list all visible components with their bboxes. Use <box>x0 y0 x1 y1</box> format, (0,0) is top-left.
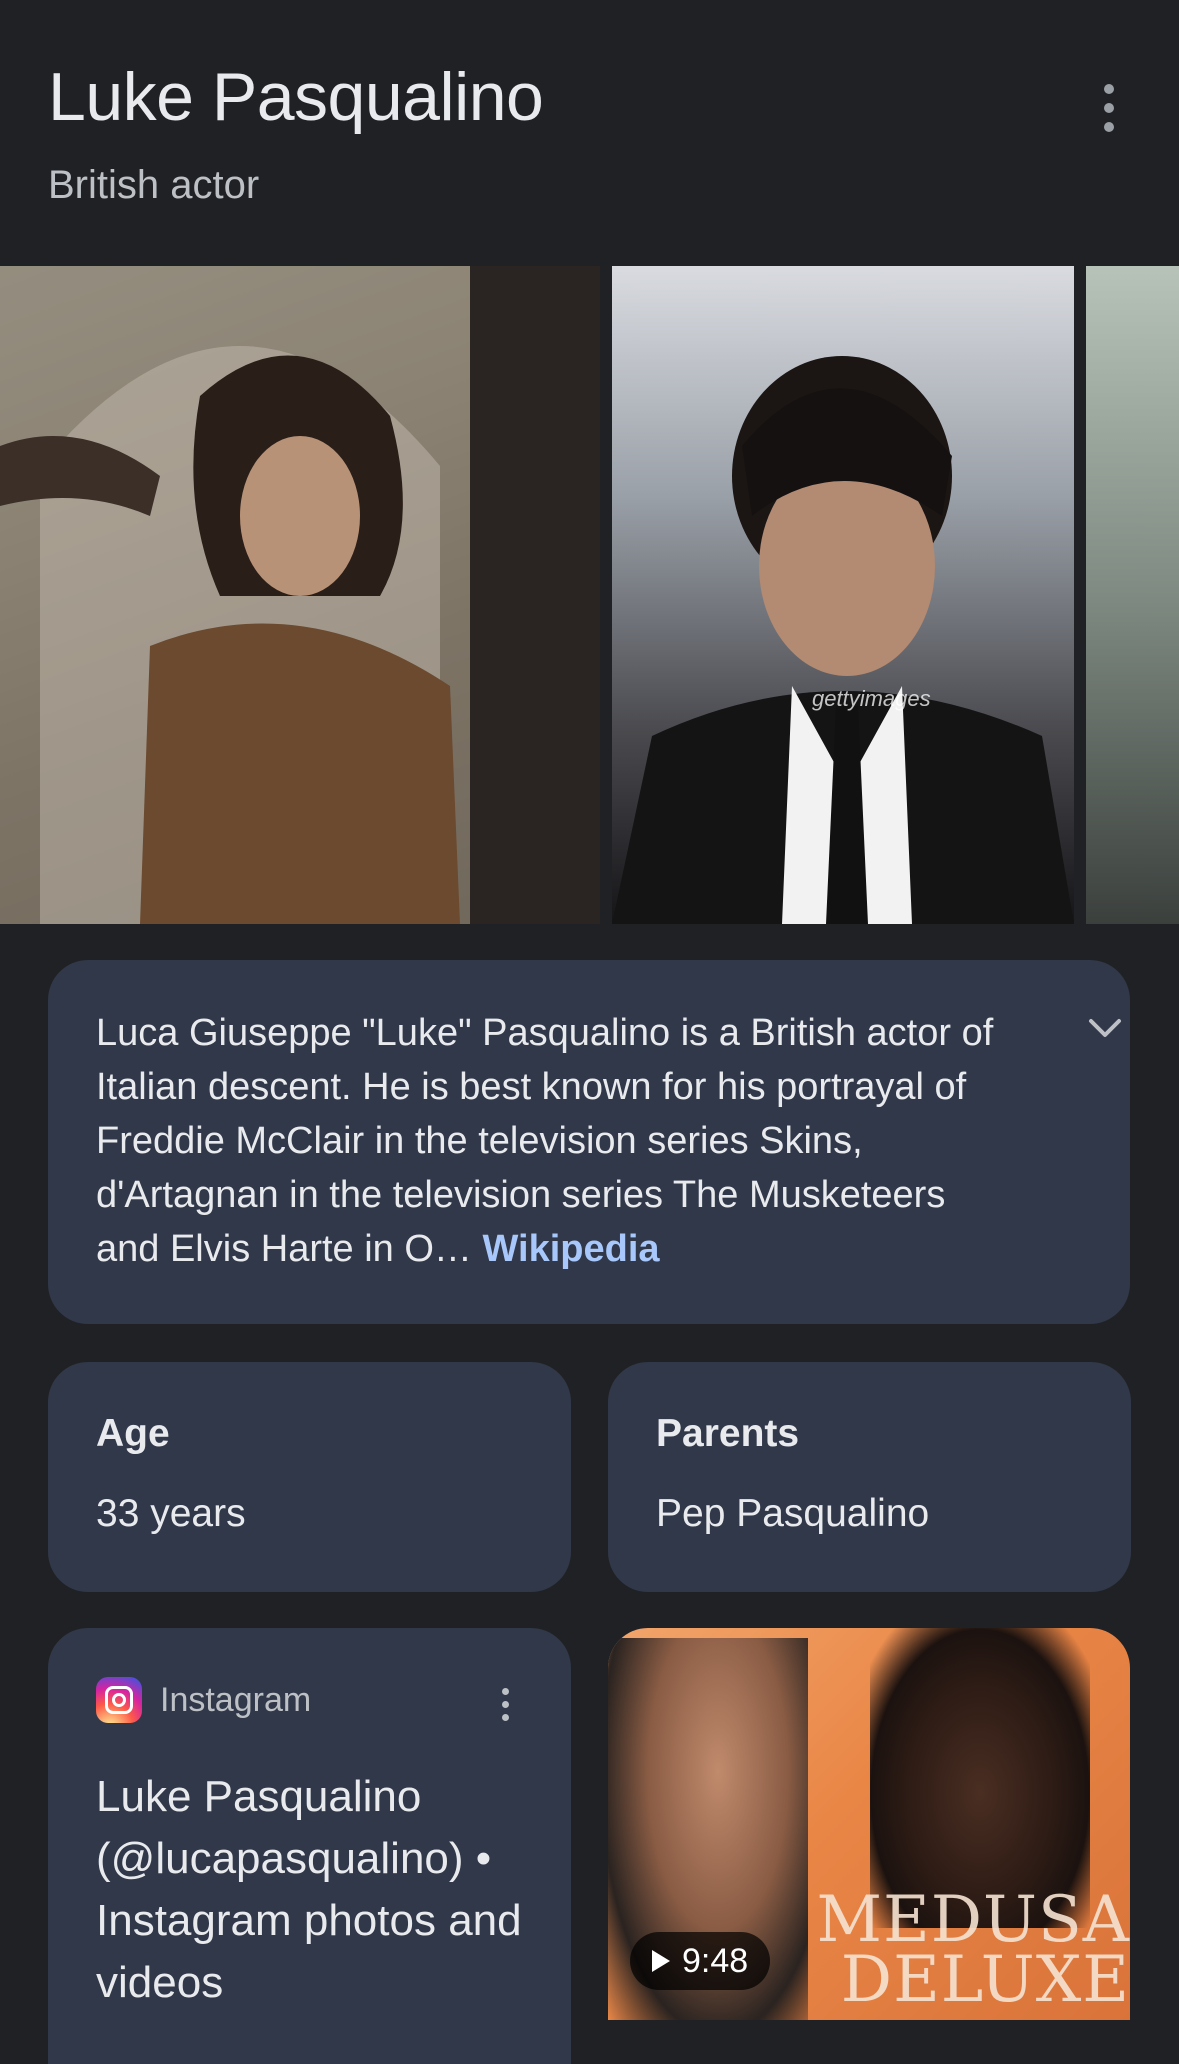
fact-value-age: 33 years <box>96 1492 246 1535</box>
more-vert-icon <box>1104 84 1114 94</box>
instagram-result-card[interactable]: Instagram Luke Pasqualino (@lucapasquali… <box>48 1628 571 2064</box>
image-thumbnail-3[interactable] <box>1086 266 1179 924</box>
instagram-icon <box>96 1677 142 1723</box>
fact-label-age: Age <box>96 1412 170 1455</box>
photo-premiere-illustration <box>612 356 1074 924</box>
photo-musketeer-illustration <box>0 266 600 924</box>
video-duration: 9:48 <box>682 1941 749 1980</box>
more-options-button[interactable] <box>1087 72 1131 144</box>
description-card[interactable]: Luca Giuseppe "Luke" Pasqualino is a Bri… <box>48 960 1130 1324</box>
description-text: Luca Giuseppe "Luke" Pasqualino is a Bri… <box>96 1006 994 1276</box>
chevron-down-icon[interactable] <box>1083 1006 1127 1050</box>
image-thumbnail-1[interactable] <box>0 266 600 924</box>
instagram-source-label: Instagram <box>160 1680 312 1719</box>
image-carousel[interactable]: gettyimages <box>0 266 1179 924</box>
play-icon <box>652 1950 670 1972</box>
fact-card-parents[interactable]: Parents Pep Pasqualino <box>608 1362 1131 1592</box>
fact-card-age[interactable]: Age 33 years <box>48 1362 571 1592</box>
instagram-result-title[interactable]: Luke Pasqualino (@lucapasqualino) • Inst… <box>96 1766 523 2014</box>
fact-label-parents: Parents <box>656 1412 800 1455</box>
fact-value-parents: Pep Pasqualino <box>656 1492 930 1535</box>
more-vert-icon <box>501 1687 509 1695</box>
entity-subtitle: British actor <box>48 163 260 207</box>
video-result-card[interactable]: MEDUSA DELUXE 9:48 <box>608 1628 1130 2020</box>
entity-title: Luke Pasqualino <box>48 59 544 135</box>
image-thumbnail-2[interactable]: gettyimages <box>612 266 1074 924</box>
result-more-button[interactable] <box>495 1684 515 1724</box>
image-watermark: gettyimages <box>812 686 931 711</box>
video-duration-badge: 9:48 <box>630 1932 771 1990</box>
wikipedia-link[interactable]: Wikipedia <box>482 1228 659 1270</box>
instagram-source-row: Instagram <box>96 1676 523 1724</box>
knowledge-panel-header: Luke Pasqualino British actor <box>0 0 1179 260</box>
